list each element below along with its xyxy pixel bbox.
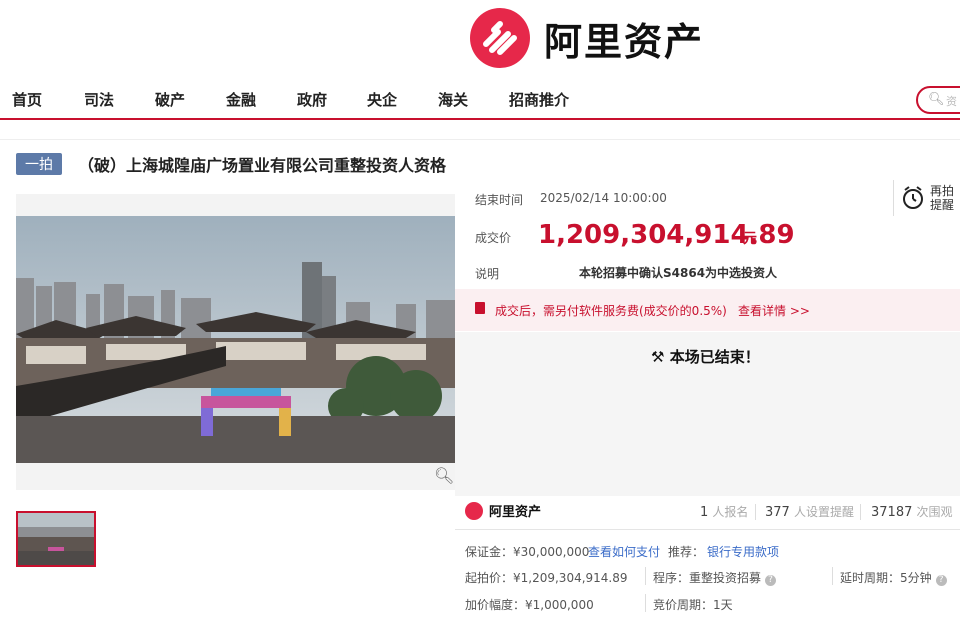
deposit-text: 保证金：¥30,000,000 [465,545,590,559]
auction-ended-panel: ⚒︎ 本场已结束！ [455,332,960,496]
photo-thumbnail[interactable] [16,511,96,567]
stats-bar: 阿里资产 1 人报名 377 人设置提醒 37187 次围观 [455,496,960,530]
end-time-value: 2025/02/14 10:00:00 [540,191,667,205]
view-count-label: 次围观 [916,505,953,519]
page-title: （破）上海城隍庙广场置业有限公司重整投资人资格 [78,156,447,175]
start-price-text: 起拍价：¥1,209,304,914.89 [465,571,628,585]
remind-button[interactable]: 再拍提醒 [893,180,956,216]
signup-count: 1 人报名 [700,503,748,520]
ali-asset-logo-icon [465,501,483,520]
nav-item-customs[interactable]: 海关 [438,89,468,110]
main-photo[interactable] [16,216,455,463]
divider [832,567,833,585]
auction-title-row: 一拍 （破）上海城隍庙广场置业有限公司重整投资人资格 [16,152,446,176]
gavel-icon: ⚒︎ [651,348,665,366]
bid-cycle-text: 竞价周期：1天 [653,598,733,612]
auction-round-badge: 一拍 [16,153,62,175]
nav-item-judicial[interactable]: 司法 [84,89,114,110]
help-icon[interactable]: ? [765,575,777,586]
divider [0,139,960,140]
remind-label: 再拍提醒 [930,184,955,212]
recommend-label: 推荐： [668,545,705,559]
zoom-icon[interactable]: 🔍︎ [434,466,454,485]
signup-count-value: 1 [700,505,709,520]
increment-text: 加价幅度：¥1,000,000 [465,598,594,612]
brand-name: 阿里资产 [544,19,705,64]
divider [645,594,646,612]
nav-item-soe[interactable]: 央企 [367,89,397,110]
notice-icon [475,302,485,314]
payment-help-link[interactable]: 查看如何支付 [588,543,660,560]
nav-item-home[interactable]: 首页 [12,89,42,110]
bank-funds-link[interactable]: 银行专用款项 [707,543,779,560]
fee-details-link[interactable]: 查看详情 >> [738,302,810,319]
divider [860,504,861,520]
help-icon[interactable]: ? [935,575,947,586]
price-unit: 元 [743,231,757,247]
nav-item-investment[interactable]: 招商推介 [509,89,569,110]
view-count-value: 37187 [871,505,913,520]
divider [645,567,646,585]
auction-ended-status: ⚒︎ 本场已结束！ [651,346,760,367]
nav-item-bankruptcy[interactable]: 破产 [155,89,185,110]
procedure-text: 程序：重整投资招募? [653,569,777,586]
main-nav: 首页 司法 破产 金融 政府 央企 海关 招商推介 [0,80,960,120]
alarm-clock-icon [903,186,923,209]
reminder-count-label: 人设置提醒 [793,505,854,519]
stats-brand-name: 阿里资产 [489,505,542,520]
search-input[interactable]: 🔍︎ 资 [916,86,960,114]
fee-notice: 成交后，需另付软件服务费(成交价的0.5%) 查看详情 >> [455,289,960,331]
ali-asset-logo-icon [470,8,530,68]
auction-ended-text: 本场已结束！ [669,348,760,366]
photo-viewer [16,194,455,490]
price-label: 成交价 [475,231,512,245]
search-placeholder: 资 [946,95,957,108]
reminder-count: 377 人设置提醒 [765,503,854,520]
delay-text: 延时周期：5分钟? [840,569,947,586]
explain-text: 本轮招募中确认S4864为中选投资人 [579,266,778,280]
delay-value: 延时周期：5分钟 [840,571,932,585]
reminder-count-value: 377 [765,505,790,520]
nav-item-government[interactable]: 政府 [297,89,327,110]
search-icon: 🔍︎ [928,92,945,107]
stats-brand: 阿里资产 [465,501,541,520]
signup-count-label: 人报名 [712,505,749,519]
divider [755,504,756,520]
nav-item-finance[interactable]: 金融 [226,89,256,110]
procedure-value: 程序：重整投资招募 [653,571,762,585]
fee-notice-text: 成交后，需另付软件服务费(成交价的0.5%) [495,304,727,318]
end-time-label: 结束时间 [475,193,524,207]
explain-label: 说明 [475,267,500,281]
header: 阿里资产 [0,0,960,78]
view-count: 37187 次围观 [871,503,953,520]
brand-logo[interactable]: 阿里资产 [470,8,704,68]
